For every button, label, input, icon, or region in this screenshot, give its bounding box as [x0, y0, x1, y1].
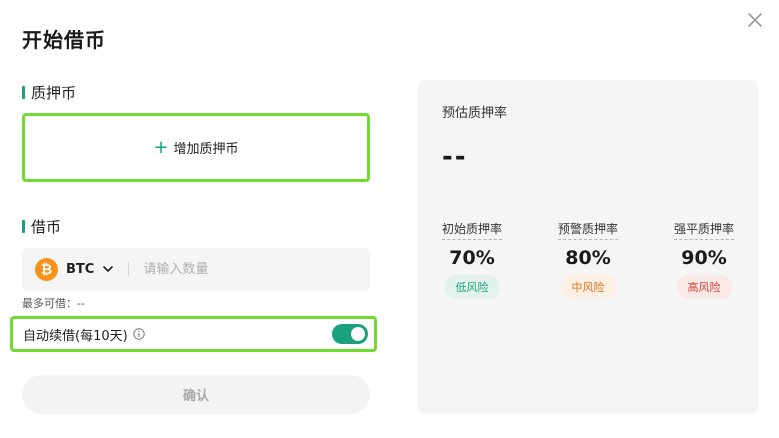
dialog-title: 开始借币 [22, 28, 106, 52]
borrow-section-label: 借币 [22, 216, 61, 237]
rate-value: 80% [565, 247, 611, 269]
rate-value: 90% [681, 247, 727, 269]
close-icon[interactable] [746, 11, 764, 29]
chevron-down-icon[interactable] [102, 263, 114, 275]
confirm-button[interactable]: 确认 [22, 375, 370, 414]
section-marker [22, 220, 25, 233]
rate-liquidation: 强平质押率 90% 高风险 [659, 218, 749, 299]
rate-label[interactable]: 初始质押率 [441, 220, 502, 240]
toggle-knob [351, 327, 365, 341]
collateral-section-label: 质押币 [22, 82, 76, 103]
estimated-ratio-value: -- [442, 142, 468, 172]
collateral-label: 质押币 [31, 84, 77, 102]
risk-badge: 低风险 [444, 275, 500, 299]
rate-label[interactable]: 强平质押率 [673, 220, 734, 240]
auto-renew-row: 自动续借(每10天) [10, 316, 377, 352]
auto-renew-label: 自动续借(每10天) [23, 328, 128, 344]
add-collateral-label: 增加质押币 [173, 142, 239, 157]
max-borrowable-text: 最多可借：-- [22, 297, 85, 310]
plus-icon: + [153, 136, 169, 158]
collateral-ratio-panel: 预估质押率 -- 初始质押率 70% 低风险 预警质押率 80% 中风险 强平质… [418, 80, 758, 414]
rate-initial: 初始质押率 70% 低风险 [427, 218, 517, 299]
risk-badge: 中风险 [560, 275, 616, 299]
coin-select[interactable]: BTC [66, 262, 94, 277]
rate-label[interactable]: 预警质押率 [557, 220, 618, 240]
ratio-panel-title: 预估质押率 [442, 106, 508, 121]
add-collateral-button[interactable]: + 增加质押币 [22, 113, 370, 182]
auto-renew-toggle[interactable] [332, 324, 368, 344]
info-icon[interactable] [132, 328, 145, 340]
rate-value: 70% [449, 247, 495, 269]
section-marker [22, 86, 25, 99]
borrow-label: 借币 [31, 218, 62, 236]
rate-warning: 预警质押率 80% 中风险 [543, 218, 633, 299]
input-divider [128, 262, 130, 276]
amount-input[interactable] [143, 261, 334, 277]
btc-icon: ₿ [35, 257, 58, 281]
borrow-input-group: ₿ BTC [22, 248, 370, 290]
risk-badge: 高风险 [676, 275, 732, 299]
